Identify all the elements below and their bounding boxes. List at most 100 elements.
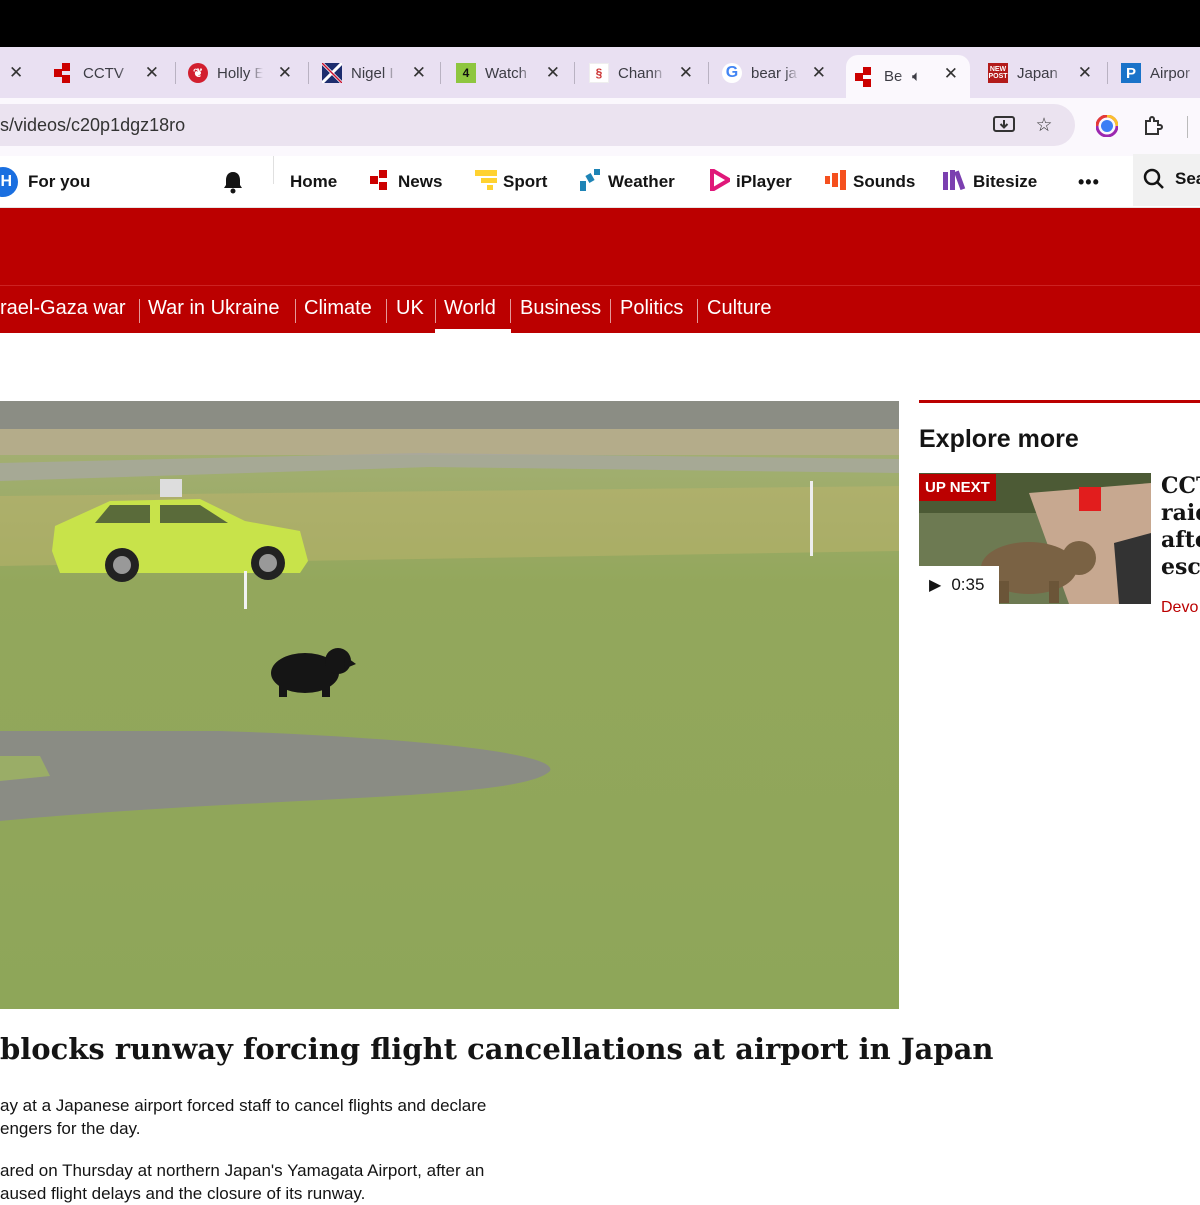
weather-logo-icon <box>580 168 602 196</box>
bbc-global-nav: H For you Home News Sport Weather iPlaye… <box>0 154 1200 208</box>
extensions-puzzle-icon[interactable] <box>1141 114 1165 138</box>
browser-tab[interactable]: § Chann ✕ <box>589 55 693 91</box>
close-tab-icon[interactable]: ✕ <box>145 63 159 83</box>
nav-news[interactable]: News <box>370 156 442 208</box>
browser-tab[interactable]: Nigel I ✕ <box>322 55 426 91</box>
section-link-business[interactable]: Business <box>520 297 601 320</box>
section-link-uk[interactable]: UK <box>396 297 424 320</box>
article-line: ared on Thursday at northern Japan's Yam… <box>0 1161 485 1180</box>
tab-title: Holly E <box>217 64 263 82</box>
nav-weather[interactable]: Weather <box>580 156 675 208</box>
section-divider <box>295 299 296 323</box>
section-divider <box>435 299 436 323</box>
tab-separator <box>708 62 709 84</box>
speaker-icon[interactable]: 🔈︎ <box>912 68 921 85</box>
up-next-topic-tag[interactable]: Devo <box>1161 599 1198 617</box>
tab-separator <box>175 62 176 84</box>
browser-toolbar: s/videos/c20p1dgz18ro ☆ <box>0 98 1200 156</box>
close-tab-icon[interactable]: ✕ <box>679 63 693 83</box>
tab-separator <box>574 62 575 84</box>
notifications-bell-icon[interactable] <box>220 156 246 208</box>
nav-bitesize[interactable]: Bitesize <box>943 156 1037 208</box>
duration-text: 0:35 <box>951 575 985 594</box>
browser-tab[interactable]: NEW POST Japan ✕ <box>988 55 1092 91</box>
browser-tab-strip: ✕ CCTV ✕ ❦ Holly E ✕ Nigel I ✕ 4 Watch ✕… <box>0 47 1200 98</box>
up-next-title[interactable]: CCT raid afte esca <box>1161 473 1200 581</box>
browser-tab[interactable]: 4 Watch ✕ <box>456 55 560 91</box>
tab-title: Nigel I <box>351 64 394 82</box>
channel-4-icon: 4 <box>456 63 476 83</box>
close-tab-icon[interactable]: ✕ <box>812 63 826 83</box>
iplayer-logo-icon <box>710 166 733 196</box>
explore-more-section: Explore more <box>919 400 1200 453</box>
play-icon: ▶ <box>929 577 942 594</box>
nav-sounds[interactable]: Sounds <box>825 156 915 208</box>
close-tab-icon[interactable]: ✕ <box>1078 63 1092 83</box>
nav-iplayer-label: iPlayer <box>736 172 792 191</box>
article-line: engers for the day. <box>0 1119 141 1138</box>
nav-sounds-label: Sounds <box>853 172 916 191</box>
browser-tab[interactable]: G bear ja ✕ <box>722 55 826 91</box>
article-headline: blocks runway forcing flight cancellatio… <box>0 1032 994 1066</box>
address-bar[interactable]: s/videos/c20p1dgz18ro ☆ <box>0 104 1075 146</box>
section-link-israel-gaza[interactable]: rael-Gaza war <box>0 297 126 320</box>
video-player[interactable] <box>0 401 899 1009</box>
tab-separator <box>308 62 309 84</box>
news-logo-icon <box>370 169 392 195</box>
nav-sport[interactable]: Sport <box>475 156 547 208</box>
section-divider <box>139 299 140 323</box>
tab-title: Be <box>884 68 903 85</box>
close-tab-icon[interactable]: ✕ <box>546 63 560 83</box>
tab-title: Watch <box>485 64 527 82</box>
video-frame-airport-bear <box>0 401 899 1009</box>
account-avatar-icon[interactable]: H <box>0 167 18 197</box>
browser-tab-active[interactable]: Be 🔈︎ ✕ <box>846 55 970 98</box>
nav-home[interactable]: Home <box>290 156 337 208</box>
union-flag-icon <box>322 63 342 83</box>
explore-more-heading: Explore more <box>919 425 1079 453</box>
browser-tab[interactable]: CCTV ✕ <box>54 55 159 91</box>
install-app-icon[interactable] <box>992 113 1016 137</box>
close-tab-icon[interactable]: ✕ <box>278 63 292 83</box>
section-link-world[interactable]: World <box>444 297 496 320</box>
extension-color-icon[interactable] <box>1095 114 1119 138</box>
section-link-culture[interactable]: Culture <box>707 297 771 320</box>
more-menu-icon[interactable]: ••• <box>1078 156 1100 208</box>
section-link-climate[interactable]: Climate <box>304 297 372 320</box>
article-paragraph: ay at a Japanese airport forced staff to… <box>0 1094 560 1140</box>
article-line: ay at a Japanese airport forced staff to… <box>0 1096 487 1115</box>
close-tab-icon[interactable]: ✕ <box>9 63 23 83</box>
bookmark-star-icon[interactable]: ☆ <box>1032 113 1056 137</box>
google-icon: G <box>722 63 742 83</box>
os-top-bar <box>0 0 1200 47</box>
p-logo-icon: P <box>1121 63 1141 83</box>
new-post-icon: NEW POST <box>988 63 1008 83</box>
channel-logo-icon: § <box>589 63 609 83</box>
search-icon <box>1143 168 1165 195</box>
nav-iplayer[interactable]: iPlayer <box>710 156 792 208</box>
url-text[interactable]: s/videos/c20p1dgz18ro <box>0 115 185 136</box>
news-section-nav: rael-Gaza war War in Ukraine Climate UK … <box>0 285 1200 333</box>
sounds-logo-icon <box>825 169 847 195</box>
close-tab-icon[interactable]: ✕ <box>944 64 958 84</box>
bbc-news-icon <box>855 66 875 87</box>
up-next-badge: UP NEXT <box>919 474 996 501</box>
bitesize-logo-icon <box>943 169 967 195</box>
section-divider <box>610 299 611 323</box>
tab-title: bear ja <box>751 64 797 82</box>
tab-separator <box>440 62 441 84</box>
tab-title: Airpor <box>1150 64 1191 82</box>
browser-tab[interactable]: ❦ Holly E ✕ <box>188 55 292 91</box>
article-line: aused flight delays and the closure of i… <box>0 1184 366 1203</box>
close-tab-icon[interactable]: ✕ <box>412 63 426 83</box>
browser-tab[interactable]: P Airpor <box>1121 55 1200 91</box>
active-section-indicator <box>435 329 511 333</box>
section-divider <box>697 299 698 323</box>
search-box[interactable]: Sea <box>1133 154 1200 206</box>
article-paragraph: ared on Thursday at northern Japan's Yam… <box>0 1159 560 1205</box>
for-you-link[interactable]: For you <box>28 156 90 208</box>
video-duration-badge[interactable]: ▶ 0:35 <box>919 566 999 604</box>
section-link-politics[interactable]: Politics <box>620 297 683 320</box>
news-masthead <box>0 208 1200 285</box>
section-link-ukraine[interactable]: War in Ukraine <box>148 297 280 320</box>
